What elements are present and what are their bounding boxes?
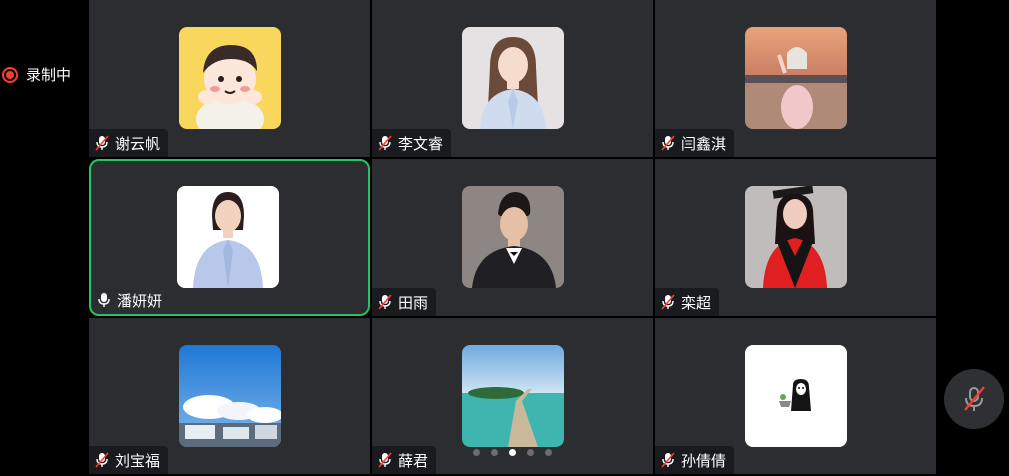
participant-tile[interactable]: 李文睿 [372, 0, 653, 157]
avatar [461, 345, 564, 447]
participant-name: 谢云帆 [115, 134, 161, 153]
recording-label: 录制中 [26, 66, 72, 84]
avatar [744, 345, 847, 447]
mic-muted-icon [95, 452, 109, 468]
name-tag: 潘妍妍 [91, 286, 170, 314]
name-tag: 田雨 [372, 288, 437, 316]
participant-name: 刘宝福 [115, 451, 161, 470]
mic-off-icon [964, 386, 985, 411]
mic-muted-icon [95, 135, 109, 151]
avatar [178, 27, 281, 129]
participant-name: 闫鑫淇 [681, 134, 727, 153]
name-tag: 闫鑫淇 [655, 129, 735, 157]
mic-on-icon [98, 293, 110, 307]
meeting-screen: 录制中 谢云帆 李文睿 闫鑫淇 潘妍妍 田雨 栾超 刘宝福 薛君 孙倩倩 [0, 0, 1009, 476]
page-dot[interactable] [545, 449, 552, 456]
cartoon-boy-avatar-icon [178, 27, 281, 129]
mute-toggle-button[interactable] [944, 369, 1004, 429]
mic-muted-icon [661, 294, 675, 310]
participant-name: 孙倩倩 [681, 451, 727, 470]
participant-name: 李文睿 [398, 134, 444, 153]
name-tag: 栾超 [655, 288, 720, 316]
page-dot[interactable] [473, 449, 480, 456]
participant-name: 潘妍妍 [117, 291, 163, 310]
island-boardwalk-avatar-icon [461, 345, 564, 447]
mic-muted-icon [661, 452, 675, 468]
mic-muted-icon [661, 135, 675, 151]
page-dot[interactable] [491, 449, 498, 456]
avatar [744, 186, 847, 288]
ghost-figure-avatar-icon [744, 345, 847, 447]
participant-tile[interactable]: 栾超 [655, 159, 936, 316]
name-tag: 孙倩倩 [655, 446, 735, 474]
name-tag: 谢云帆 [89, 129, 169, 157]
name-tag: 薛君 [372, 446, 437, 474]
avatar [178, 345, 281, 447]
page-dot-current[interactable] [509, 449, 516, 456]
page-indicator[interactable] [473, 449, 552, 456]
portrait-woman-avatar-icon [461, 27, 564, 129]
portrait-man-avatar-icon [461, 186, 564, 288]
mic-muted-icon [378, 452, 392, 468]
participant-name: 薛君 [398, 451, 429, 470]
participant-tile-active[interactable]: 潘妍妍 [89, 159, 370, 316]
record-dot-icon [2, 66, 18, 83]
sunset-girl-avatar-icon [744, 27, 847, 129]
page-dot[interactable] [527, 449, 534, 456]
sky-buildings-avatar-icon [178, 345, 281, 447]
mic-muted-icon [378, 135, 392, 151]
participant-name: 栾超 [681, 293, 712, 312]
mic-muted-icon [378, 294, 392, 310]
graduation-portrait-avatar-icon [744, 186, 847, 288]
participant-tile[interactable]: 闫鑫淇 [655, 0, 936, 157]
avatar [176, 186, 279, 288]
recording-indicator[interactable]: 录制中 [2, 64, 71, 85]
participant-tile[interactable]: 孙倩倩 [655, 318, 936, 474]
participant-name: 田雨 [398, 293, 429, 312]
participant-grid: 谢云帆 李文睿 闫鑫淇 潘妍妍 田雨 栾超 刘宝福 薛君 孙倩倩 [89, 0, 936, 476]
participant-tile[interactable]: 谢云帆 [89, 0, 370, 157]
portrait-woman-avatar-icon [176, 186, 279, 288]
participant-tile[interactable]: 田雨 [372, 159, 653, 316]
avatar [461, 186, 564, 288]
participant-tile[interactable]: 刘宝福 [89, 318, 370, 474]
avatar [744, 27, 847, 129]
name-tag: 刘宝福 [89, 446, 169, 474]
avatar [461, 27, 564, 129]
name-tag: 李文睿 [372, 129, 452, 157]
